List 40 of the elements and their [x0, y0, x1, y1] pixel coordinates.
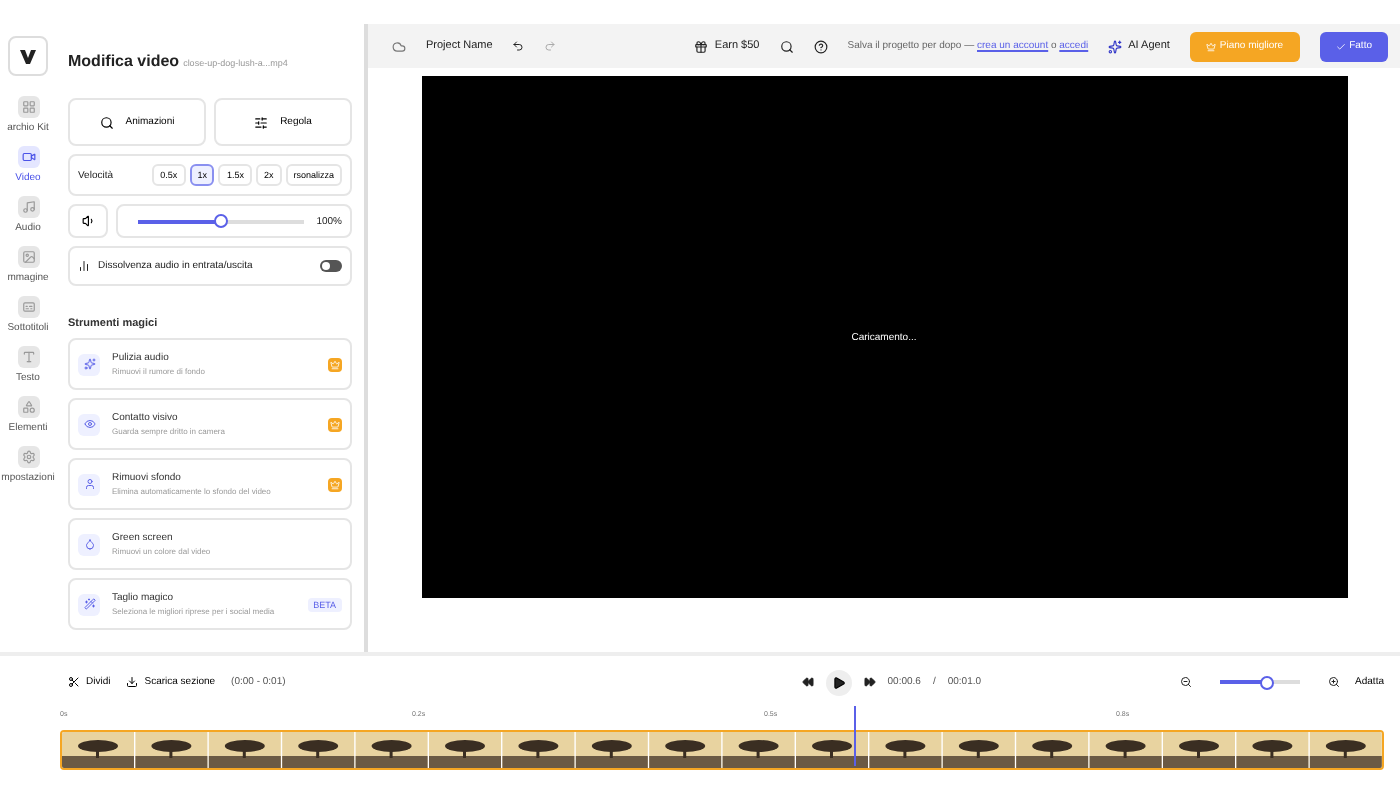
grid-icon	[21, 100, 35, 114]
crown-icon	[328, 477, 342, 491]
rewind-icon[interactable]	[801, 676, 814, 688]
check-icon	[1335, 41, 1346, 51]
sparkle-icon	[1108, 39, 1123, 53]
crown-icon	[328, 357, 342, 371]
video-icon	[21, 150, 35, 164]
text-icon	[21, 350, 35, 364]
sparkle-icon	[78, 353, 100, 375]
search-icon	[99, 115, 114, 129]
sliders-icon	[254, 115, 269, 129]
undo-icon[interactable]	[512, 40, 525, 52]
scissors-icon	[68, 676, 80, 688]
subtitles-icon	[21, 300, 35, 314]
bars-icon	[78, 260, 90, 272]
crown-icon	[1205, 41, 1216, 51]
volume-button[interactable]	[68, 204, 108, 238]
panel-title: Modifica video	[68, 52, 180, 70]
search-icon[interactable]	[779, 39, 794, 53]
crown-icon	[328, 417, 342, 431]
speaker-icon	[81, 214, 95, 228]
fade-toggle[interactable]	[320, 260, 342, 272]
person-icon	[78, 473, 100, 495]
logo[interactable]	[8, 36, 48, 76]
music-icon	[21, 200, 35, 214]
help-icon[interactable]	[813, 39, 828, 53]
settings-icon	[21, 450, 35, 464]
fast-forward-icon[interactable]	[863, 676, 876, 688]
cloud-icon[interactable]	[392, 39, 406, 53]
eye-icon	[78, 413, 100, 435]
wand-icon	[78, 593, 100, 615]
droplet-icon	[78, 533, 100, 555]
zoom-out-icon[interactable]	[1179, 676, 1192, 688]
shapes-icon	[21, 400, 35, 414]
zoom-in-icon[interactable]	[1327, 676, 1340, 688]
play-button[interactable]	[825, 669, 852, 695]
gift-icon	[694, 39, 709, 53]
image-icon	[21, 250, 35, 264]
play-icon	[831, 675, 846, 689]
download-icon	[126, 676, 139, 688]
